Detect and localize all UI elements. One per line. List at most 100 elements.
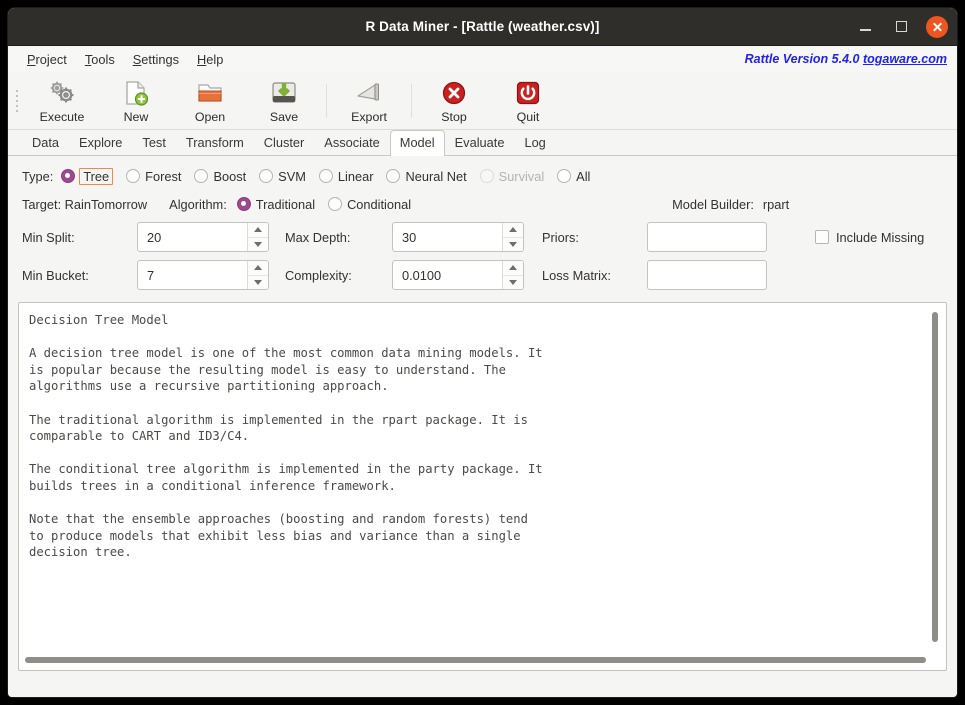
radio-label-neural-net[interactable]: Neural Net xyxy=(405,169,466,184)
include-missing-label[interactable]: Include Missing xyxy=(836,230,924,245)
tab-test[interactable]: Test xyxy=(132,130,175,155)
menu-bar: Project Tools Settings Help Rattle Versi… xyxy=(8,46,957,72)
max-depth-spinner[interactable] xyxy=(392,222,524,252)
priors-label: Priors: xyxy=(542,229,579,245)
execute-label: Execute xyxy=(39,109,85,124)
toolbar-grip[interactable] xyxy=(14,88,21,114)
menu-mnemonic: P xyxy=(27,51,36,67)
horizontal-scrollbar-thumb[interactable] xyxy=(25,657,927,663)
arrow-down-icon xyxy=(254,279,262,285)
max-depth-increment[interactable] xyxy=(503,223,523,238)
radio-label-linear[interactable]: Linear xyxy=(338,169,374,184)
radio-conditional[interactable] xyxy=(328,197,343,211)
new-document-icon xyxy=(123,78,149,108)
version-text: Rattle Version 5.4.0 xyxy=(744,52,863,66)
quit-label: Quit xyxy=(516,109,540,124)
radio-svm[interactable] xyxy=(259,169,274,183)
menu-rest: elp xyxy=(206,51,224,67)
vertical-scrollbar-thumb[interactable] xyxy=(932,312,938,642)
target-label: Target: RainTomorrow xyxy=(22,196,148,212)
menu-item-settings[interactable]: Settings xyxy=(124,50,188,69)
radio-label-boost[interactable]: Boost xyxy=(213,169,246,184)
toolbar-separator xyxy=(326,83,327,118)
complexity-decrement[interactable] xyxy=(503,275,523,289)
min-bucket-increment[interactable] xyxy=(248,261,268,276)
save-label: Save xyxy=(269,109,299,124)
max-depth-spin-buttons xyxy=(502,223,523,251)
complexity-spinner[interactable] xyxy=(392,260,524,290)
open-button[interactable]: Open xyxy=(173,74,247,128)
complexity-label: Complexity: xyxy=(285,267,352,283)
tab-associate[interactable]: Associate xyxy=(314,130,389,155)
arrow-up-icon xyxy=(254,227,262,233)
radio-forest[interactable] xyxy=(126,169,141,183)
radio-label-all[interactable]: All xyxy=(576,169,590,184)
tab-log[interactable]: Log xyxy=(514,130,555,155)
min-bucket-input[interactable] xyxy=(138,261,247,289)
menu-mnemonic: H xyxy=(197,51,207,67)
stop-icon xyxy=(441,78,467,108)
new-label: New xyxy=(123,109,149,124)
radio-all[interactable] xyxy=(557,169,572,183)
menu-rest: roject xyxy=(35,51,67,67)
radio-label-forest[interactable]: Forest xyxy=(145,169,181,184)
model-description-panel: Decision Tree Model A decision tree mode… xyxy=(18,302,947,671)
execute-button[interactable]: Execute xyxy=(25,74,99,128)
priors-input[interactable] xyxy=(647,222,767,252)
minimize-button[interactable] xyxy=(854,16,876,38)
export-button[interactable]: Export xyxy=(332,74,406,128)
arrow-up-icon xyxy=(509,265,517,271)
maximize-button[interactable] xyxy=(890,16,912,38)
tab-cluster[interactable]: Cluster xyxy=(254,130,315,155)
save-button[interactable]: Save xyxy=(247,74,321,128)
radio-neural-net[interactable] xyxy=(386,169,401,183)
menu-item-help[interactable]: Help xyxy=(188,50,232,69)
include-missing-checkbox[interactable] xyxy=(815,230,829,244)
radio-survival xyxy=(479,169,494,183)
model-description-text[interactable]: Decision Tree Model A decision tree mode… xyxy=(19,303,946,650)
radio-boost[interactable] xyxy=(194,169,209,183)
menu-rest: ools xyxy=(91,51,115,67)
arrow-down-icon xyxy=(254,241,262,247)
min-split-spin-buttons xyxy=(247,223,268,251)
min-split-label: Min Split: xyxy=(22,229,75,245)
open-label: Open xyxy=(194,109,226,124)
min-split-spinner[interactable] xyxy=(137,222,269,252)
complexity-increment[interactable] xyxy=(503,261,523,276)
menu-item-project[interactable]: Project xyxy=(18,50,76,69)
max-depth-input[interactable] xyxy=(393,223,502,251)
vertical-scrollbar[interactable] xyxy=(932,312,938,642)
radio-label-conditional[interactable]: Conditional xyxy=(347,197,411,212)
tab-bar: Data Explore Test Transform Cluster Asso… xyxy=(8,129,957,156)
min-split-decrement[interactable] xyxy=(248,237,268,251)
application-window: R Data Miner - [Rattle (weather.csv)] Pr… xyxy=(8,8,957,697)
menu-item-tools[interactable]: Tools xyxy=(76,50,124,69)
quit-button[interactable]: Quit xyxy=(491,74,565,128)
min-split-increment[interactable] xyxy=(248,223,268,238)
min-split-input[interactable] xyxy=(138,223,247,251)
radio-tree[interactable] xyxy=(61,169,76,183)
close-button[interactable] xyxy=(926,15,948,38)
radio-linear[interactable] xyxy=(318,169,333,183)
tab-model[interactable]: Model xyxy=(389,129,445,156)
stop-button[interactable]: Stop xyxy=(417,74,491,128)
radio-label-traditional[interactable]: Traditional xyxy=(256,197,315,212)
radio-label-svm[interactable]: SVM xyxy=(278,169,306,184)
tab-explore[interactable]: Explore xyxy=(69,130,132,155)
max-depth-decrement[interactable] xyxy=(503,237,523,251)
new-button[interactable]: New xyxy=(99,74,173,128)
min-bucket-spinner[interactable] xyxy=(137,260,269,290)
tab-data[interactable]: Data xyxy=(22,130,69,155)
arrow-up-icon xyxy=(509,227,517,233)
tab-transform[interactable]: Transform xyxy=(176,130,254,155)
tab-evaluate[interactable]: Evaluate xyxy=(445,130,515,155)
save-disk-icon xyxy=(270,78,298,108)
radio-label-tree[interactable]: Tree xyxy=(79,167,114,185)
togaware-link[interactable]: togaware.com xyxy=(863,52,947,66)
min-bucket-label: Min Bucket: xyxy=(22,267,89,283)
min-bucket-decrement[interactable] xyxy=(248,275,268,289)
radio-traditional[interactable] xyxy=(236,197,251,211)
loss-matrix-input[interactable] xyxy=(647,260,767,290)
horizontal-scrollbar[interactable] xyxy=(25,657,940,663)
complexity-input[interactable] xyxy=(393,261,502,289)
